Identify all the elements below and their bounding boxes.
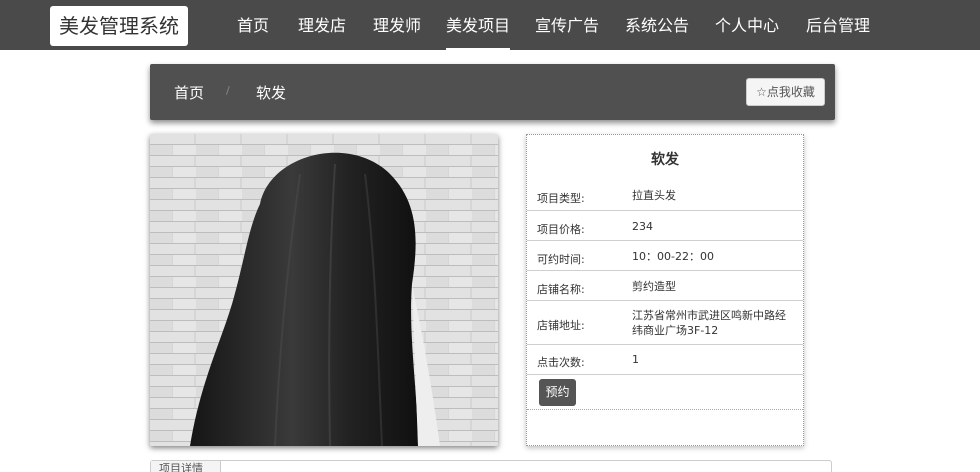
detail-value: 拉直头发 xyxy=(632,189,676,202)
detail-value: 江苏省常州市武进区鸣新中路经纬商业广场3F-12 xyxy=(632,309,786,337)
top-navbar: 美发管理系统 首页 理发店 理发师 美发项目 宣传广告 系统公告 个人中心 后台… xyxy=(0,0,980,50)
details-tab-panel: 项目详情 xyxy=(150,460,832,472)
nav-item-admin[interactable]: 后台管理 xyxy=(806,0,870,50)
detail-value: 234 xyxy=(632,220,653,233)
detail-label: 可约时间: xyxy=(537,253,585,266)
site-logo[interactable]: 美发管理系统 xyxy=(50,6,188,46)
detail-label: 项目价格: xyxy=(537,223,585,236)
detail-row-clicks: 点击次数: 1 xyxy=(527,345,803,375)
nav-item-salons[interactable]: 理发店 xyxy=(298,0,346,50)
breadcrumb: 首页 / 软发 ☆点我收藏 xyxy=(150,64,835,120)
detail-row-shop-address: 店铺地址: 江苏省常州市武进区鸣新中路经纬商业广场3F-12 xyxy=(527,301,803,345)
detail-value: 剪约造型 xyxy=(632,280,676,293)
detail-label: 项目类型: xyxy=(537,192,585,205)
nav-item-announcements[interactable]: 系统公告 xyxy=(625,0,689,50)
nav-item-ads[interactable]: 宣传广告 xyxy=(535,0,599,50)
detail-label: 店铺地址: xyxy=(537,319,585,332)
service-detail-card: 软发 项目类型: 拉直头发 项目价格: 234 可约时间: 10：00-22：0… xyxy=(526,134,804,446)
detail-value: 10：00-22：00 xyxy=(632,250,714,263)
detail-row-shop-name: 店铺名称: 剪约造型 xyxy=(527,271,803,301)
detail-label: 店铺名称: xyxy=(537,283,585,296)
nav-item-profile[interactable]: 个人中心 xyxy=(715,0,779,50)
nav-item-home[interactable]: 首页 xyxy=(237,0,269,50)
breadcrumb-home[interactable]: 首页 xyxy=(174,82,204,103)
nav-item-hair-services[interactable]: 美发项目 xyxy=(446,0,511,50)
detail-row-type: 项目类型: 拉直头发 xyxy=(527,179,803,211)
detail-value: 1 xyxy=(632,353,639,366)
service-photo xyxy=(150,134,498,446)
detail-label: 点击次数: xyxy=(537,356,585,369)
breadcrumb-current: 软发 xyxy=(256,84,287,102)
favorite-button[interactable]: ☆点我收藏 xyxy=(746,78,825,106)
long-straight-hair-image xyxy=(150,134,498,446)
service-title: 软发 xyxy=(651,152,679,168)
breadcrumb-separator: / xyxy=(226,84,230,97)
detail-row-price: 项目价格: 234 xyxy=(527,211,803,241)
tab-service-details[interactable]: 项目详情 xyxy=(151,461,221,472)
detail-row-hours: 可约时间: 10：00-22：00 xyxy=(527,241,803,271)
card-divider xyxy=(527,409,803,410)
book-button[interactable]: 预约 xyxy=(539,379,576,406)
nav-item-barbers[interactable]: 理发师 xyxy=(373,0,421,50)
